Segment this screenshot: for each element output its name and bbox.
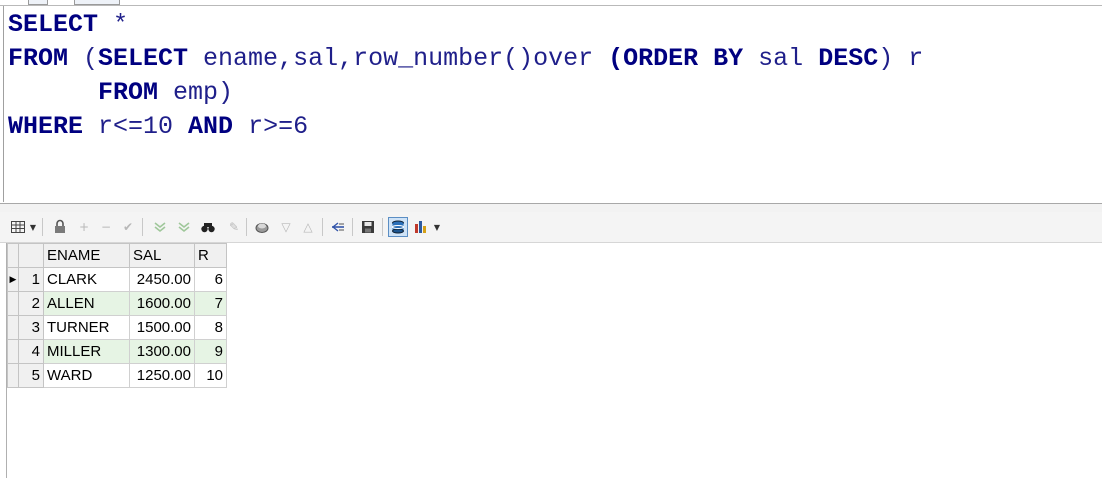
row-number[interactable]: 3 bbox=[18, 315, 44, 340]
chart-dropdown-icon[interactable]: ▼ bbox=[432, 218, 442, 236]
export-icon[interactable] bbox=[330, 218, 346, 236]
sql-keyword: DESC bbox=[818, 44, 879, 73]
cell-ename[interactable]: MILLER bbox=[43, 339, 130, 364]
cell-r[interactable]: 8 bbox=[194, 315, 227, 340]
sql-editor[interactable]: SELECT * FROM (SELECT ename,sal,row_numb… bbox=[3, 6, 1100, 202]
table-row[interactable]: 2 ALLEN 1600.00 7 bbox=[7, 291, 227, 316]
lock-icon[interactable] bbox=[52, 218, 68, 236]
toolbar-separator bbox=[352, 218, 353, 236]
sort-down-icon[interactable]: ▽ bbox=[278, 218, 294, 236]
row-indicator bbox=[7, 315, 19, 340]
cell-ename[interactable]: ALLEN bbox=[43, 291, 130, 316]
delete-record-icon[interactable]: − bbox=[98, 218, 114, 236]
editor-tab-stub[interactable] bbox=[74, 0, 120, 5]
column-header-ename[interactable]: ENAME bbox=[43, 243, 130, 268]
sql-text: sal bbox=[743, 44, 819, 73]
sql-keyword: AND bbox=[188, 112, 234, 141]
sql-line-2: FROM (SELECT ename,sal,row_number()over … bbox=[8, 42, 923, 76]
cell-r[interactable]: 9 bbox=[194, 339, 227, 364]
edit-icon[interactable]: ✎ bbox=[226, 218, 242, 236]
table-row[interactable]: ▶ 1 CLARK 2450.00 6 bbox=[7, 267, 227, 292]
sql-text: emp) bbox=[158, 78, 234, 107]
editor-results-splitter[interactable] bbox=[0, 204, 1102, 212]
sql-text: r>=6 bbox=[233, 112, 309, 141]
cell-r[interactable]: 7 bbox=[194, 291, 227, 316]
grid-menu-icon[interactable] bbox=[10, 218, 26, 236]
filter-icon[interactable] bbox=[152, 218, 168, 236]
find-icon[interactable] bbox=[200, 218, 216, 236]
row-number[interactable]: 2 bbox=[18, 291, 44, 316]
sql-keyword: WHERE bbox=[8, 112, 84, 141]
cell-ename[interactable]: TURNER bbox=[43, 315, 130, 340]
sql-keyword: FROM bbox=[8, 44, 69, 73]
grid-indicator-header bbox=[7, 243, 19, 268]
row-indicator bbox=[7, 291, 19, 316]
table-row[interactable]: 3 TURNER 1500.00 8 bbox=[7, 315, 227, 340]
sql-text: ) r bbox=[878, 44, 924, 73]
sql-indent bbox=[8, 78, 98, 107]
sql-keyword: ( bbox=[608, 44, 624, 73]
column-header-r[interactable]: R bbox=[194, 243, 227, 268]
row-number[interactable]: 4 bbox=[18, 339, 44, 364]
post-edit-icon[interactable]: ✔ bbox=[120, 218, 136, 236]
clear-filter-icon[interactable] bbox=[176, 218, 192, 236]
cell-r[interactable]: 10 bbox=[194, 363, 227, 388]
column-header-sal[interactable]: SAL bbox=[129, 243, 195, 268]
toolbar-separator bbox=[382, 218, 383, 236]
cell-sal[interactable]: 1500.00 bbox=[129, 315, 195, 340]
table-row[interactable]: 5 WARD 1250.00 10 bbox=[7, 363, 227, 388]
cell-sal[interactable]: 2450.00 bbox=[129, 267, 195, 292]
query-icon[interactable] bbox=[254, 218, 270, 236]
sql-line-4: WHERE r<=10 AND r>=6 bbox=[8, 110, 308, 144]
cell-sal[interactable]: 1300.00 bbox=[129, 339, 195, 364]
current-row-indicator-icon: ▶ bbox=[7, 267, 19, 292]
cell-ename[interactable]: WARD bbox=[43, 363, 130, 388]
row-number[interactable]: 5 bbox=[18, 363, 44, 388]
toolbar-separator bbox=[42, 218, 43, 236]
sort-up-icon[interactable]: △ bbox=[300, 218, 316, 236]
grid-header-row: ENAME SAL R bbox=[7, 243, 227, 268]
sql-text: r<=10 bbox=[83, 112, 189, 141]
row-indicator bbox=[7, 363, 19, 388]
cell-ename[interactable]: CLARK bbox=[43, 267, 130, 292]
grid-corner[interactable] bbox=[18, 243, 44, 268]
row-indicator bbox=[7, 339, 19, 364]
sql-line-1: SELECT * bbox=[8, 8, 128, 42]
sql-keyword: ORDER BY bbox=[623, 44, 744, 73]
sql-text: ename,sal,row_number()over bbox=[188, 44, 609, 73]
cell-sal[interactable]: 1250.00 bbox=[129, 363, 195, 388]
results-toolbar: ▼ + − ✔ ✎ ▽ △ ▼ bbox=[0, 212, 1102, 243]
sql-line-3: FROM emp) bbox=[8, 76, 233, 110]
table-row[interactable]: 4 MILLER 1300.00 9 bbox=[7, 339, 227, 364]
sql-keyword: SELECT bbox=[98, 44, 189, 73]
grid-menu-dropdown-icon[interactable]: ▼ bbox=[28, 218, 38, 236]
results-grid[interactable]: ENAME SAL R ▶ 1 CLARK 2450.00 6 2 ALLEN … bbox=[6, 243, 1099, 478]
toolbar-separator bbox=[246, 218, 247, 236]
sql-text: ( bbox=[68, 44, 99, 73]
sql-keyword: SELECT bbox=[8, 10, 99, 39]
toolbar-separator bbox=[142, 218, 143, 236]
editor-tab-stub[interactable] bbox=[28, 0, 48, 5]
record-view-icon[interactable] bbox=[388, 217, 408, 237]
cell-r[interactable]: 6 bbox=[194, 267, 227, 292]
toolbar-separator bbox=[322, 218, 323, 236]
row-number[interactable]: 1 bbox=[18, 267, 44, 292]
add-record-icon[interactable]: + bbox=[76, 218, 92, 236]
results-table: ENAME SAL R ▶ 1 CLARK 2450.00 6 2 ALLEN … bbox=[7, 243, 227, 388]
cell-sal[interactable]: 1600.00 bbox=[129, 291, 195, 316]
chart-icon[interactable] bbox=[414, 218, 430, 236]
save-icon[interactable] bbox=[360, 218, 376, 236]
sql-keyword: FROM bbox=[98, 78, 159, 107]
sql-text: * bbox=[98, 10, 129, 39]
